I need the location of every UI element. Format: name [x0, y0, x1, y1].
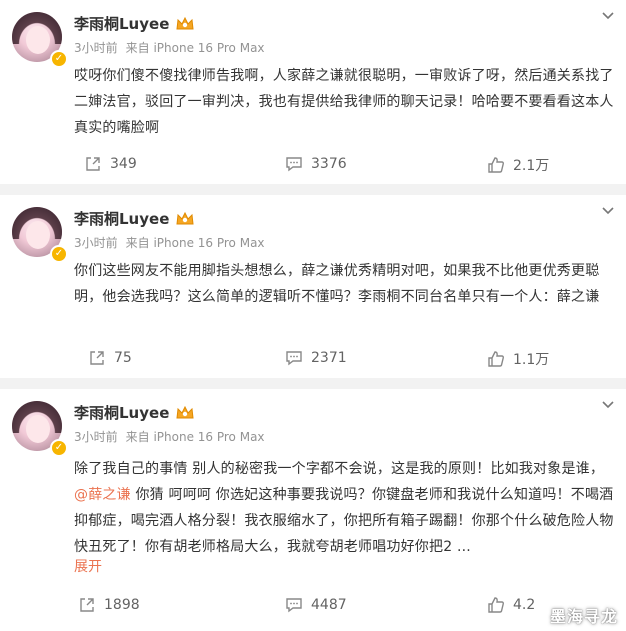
comment-icon: [286, 157, 302, 172]
expand-link[interactable]: 展开: [74, 556, 102, 576]
post-meta: 3小时前 来自 iPhone 16 Pro Max: [74, 39, 265, 56]
like-count: 2.1万: [513, 158, 550, 174]
post-card: ✓ 李雨桐Luyee 3小时前 来自 iPhone 16 Pro Max 除了我自…: [0, 389, 626, 631]
like-button[interactable]: 2.1万: [487, 155, 549, 175]
repost-button[interactable]: 1898: [78, 596, 140, 614]
repost-count: 349: [110, 156, 137, 172]
like-button[interactable]: 4.2: [487, 596, 535, 614]
verified-badge-icon: ✓: [50, 245, 68, 263]
post-card: ✓ 李雨桐Luyee 3小时前 来自 iPhone 16 Pro Max 你们这些…: [0, 195, 626, 378]
crown-icon: [176, 211, 194, 224]
repost-button[interactable]: 75: [88, 349, 132, 367]
post-card: ✓ 李雨桐Luyee 3小时前 来自 iPhone 16 Pro Max 哎呀你们…: [0, 0, 626, 184]
post-meta: 3小时前 来自 iPhone 16 Pro Max: [74, 428, 265, 445]
post-actions: 349 3376 2.1万: [0, 155, 626, 177]
comment-count: 2371: [311, 350, 347, 366]
verified-badge-icon: ✓: [50, 50, 68, 68]
chevron-down-icon[interactable]: [600, 10, 616, 22]
post-actions: 1898 4487 4.2: [0, 596, 626, 618]
author-name[interactable]: 李雨桐Luyee: [74, 402, 169, 423]
crown-icon: [176, 16, 194, 29]
post-source: 来自 iPhone 16 Pro Max: [125, 236, 265, 250]
post-text: 哎呀你们傻不傻找律师告我啊，人家薛之谦就很聪明，一审败诉了呀，然后通关系找了二婶…: [74, 68, 614, 136]
author-name[interactable]: 李雨桐Luyee: [74, 13, 169, 34]
post-text: 你们这些网友不能用脚指头想想么，薛之谦优秀精明对吧，如果我不比他更优秀更聪明，他…: [74, 263, 600, 305]
comment-icon: [286, 351, 302, 366]
mention-link[interactable]: @薛之谦: [74, 487, 131, 503]
thumbs-up-icon: [488, 597, 504, 613]
like-count: 1.1万: [513, 352, 550, 368]
repost-count: 1898: [104, 597, 140, 613]
chevron-down-icon[interactable]: [600, 399, 616, 411]
post-time[interactable]: 3小时前: [74, 236, 118, 250]
like-button[interactable]: 1.1万: [487, 349, 549, 369]
post-source: 来自 iPhone 16 Pro Max: [125, 430, 265, 444]
post-actions: 75 2371 1.1万: [0, 349, 626, 371]
repost-button[interactable]: 349: [84, 155, 137, 173]
post-meta: 3小时前 来自 iPhone 16 Pro Max: [74, 234, 265, 251]
post-source: 来自 iPhone 16 Pro Max: [125, 41, 265, 55]
verified-badge-icon: ✓: [50, 439, 68, 457]
post-text: 除了我自己的事情 别人的秘密我一个字都不会说，这是我的原则！比如我对象是谁， @薛…: [74, 456, 614, 560]
share-icon: [86, 157, 100, 171]
like-count: 4.2: [513, 597, 536, 613]
post-time[interactable]: 3小时前: [74, 41, 118, 55]
comment-count: 3376: [311, 156, 347, 172]
comment-button[interactable]: 3376: [285, 155, 347, 173]
repost-count: 75: [114, 350, 132, 366]
comment-button[interactable]: 4487: [285, 596, 347, 614]
comment-button[interactable]: 2371: [285, 349, 347, 367]
post-text-after: 你猜 呵呵呵 你选妃这种事要我说吗？你键盘老师和我说什么知道吗！不喝酒抑郁症，喝…: [74, 487, 614, 555]
author-name[interactable]: 李雨桐Luyee: [74, 208, 169, 229]
share-icon: [90, 351, 104, 365]
post-time[interactable]: 3小时前: [74, 430, 118, 444]
thumbs-up-icon: [488, 351, 504, 367]
post-text-before: 除了我自己的事情 别人的秘密我一个字都不会说，这是我的原则！比如我对象是谁，: [74, 461, 605, 477]
thumbs-up-icon: [488, 157, 504, 173]
comment-count: 4487: [311, 597, 347, 613]
share-icon: [80, 598, 94, 612]
chevron-down-icon[interactable]: [600, 205, 616, 217]
comment-icon: [286, 598, 302, 613]
crown-icon: [176, 405, 194, 418]
watermark: 墨海寻龙: [549, 607, 618, 626]
